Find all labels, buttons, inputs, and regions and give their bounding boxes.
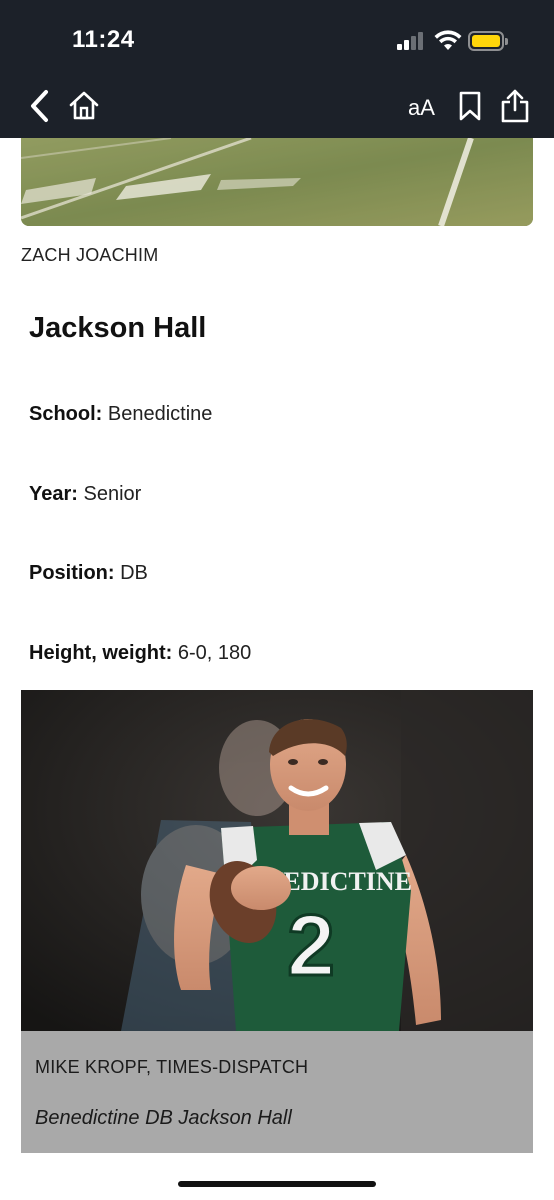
home-indicator[interactable]	[178, 1181, 376, 1187]
top-bar: 11:24 aA	[0, 0, 554, 138]
photo-caption: Benedictine DB Jackson Hall	[35, 1107, 292, 1129]
status-time: 11:24	[72, 26, 135, 53]
back-button[interactable]	[26, 88, 52, 124]
fact-height-weight: Height, weight: 6-0, 180	[29, 642, 251, 665]
photo-credit: MIKE KROPF, TIMES-DISPATCH	[35, 1057, 309, 1077]
fact-position: Position: DB	[29, 562, 148, 585]
fact-label: School:	[29, 403, 103, 425]
bookmark-button[interactable]	[458, 90, 482, 122]
cellular-signal-icon	[397, 32, 425, 50]
fact-school: School: Benedictine	[29, 403, 212, 426]
fact-year: Year: Senior	[29, 483, 141, 506]
fact-value: 6-0, 180	[172, 642, 252, 664]
battery-level	[472, 35, 500, 47]
jersey-number: 2	[287, 898, 335, 994]
hero-photo-credit: ZACH JOACHIM	[21, 245, 159, 265]
player-name-heading: Jackson Hall	[29, 312, 207, 344]
fact-label: Year:	[29, 483, 78, 505]
photo-caption-box: MIKE KROPF, TIMES-DISPATCH Benedictine D…	[21, 1031, 533, 1153]
fact-value: Senior	[77, 483, 142, 505]
football-field-image	[21, 138, 533, 226]
fact-label: Height, weight:	[29, 642, 173, 664]
battery-icon	[468, 31, 508, 51]
fact-label: Position:	[29, 562, 115, 584]
fact-value: Benedictine	[102, 403, 213, 425]
fact-value: DB	[114, 562, 148, 584]
hero-image-football-field	[21, 138, 533, 226]
player-photo[interactable]: BENEDICTINE 2	[21, 690, 533, 1031]
player-photo-image: BENEDICTINE 2	[21, 690, 533, 1031]
share-button[interactable]	[500, 88, 530, 124]
home-button[interactable]	[68, 90, 100, 122]
text-size-button[interactable]: aA	[408, 95, 435, 121]
wifi-icon	[434, 30, 462, 50]
